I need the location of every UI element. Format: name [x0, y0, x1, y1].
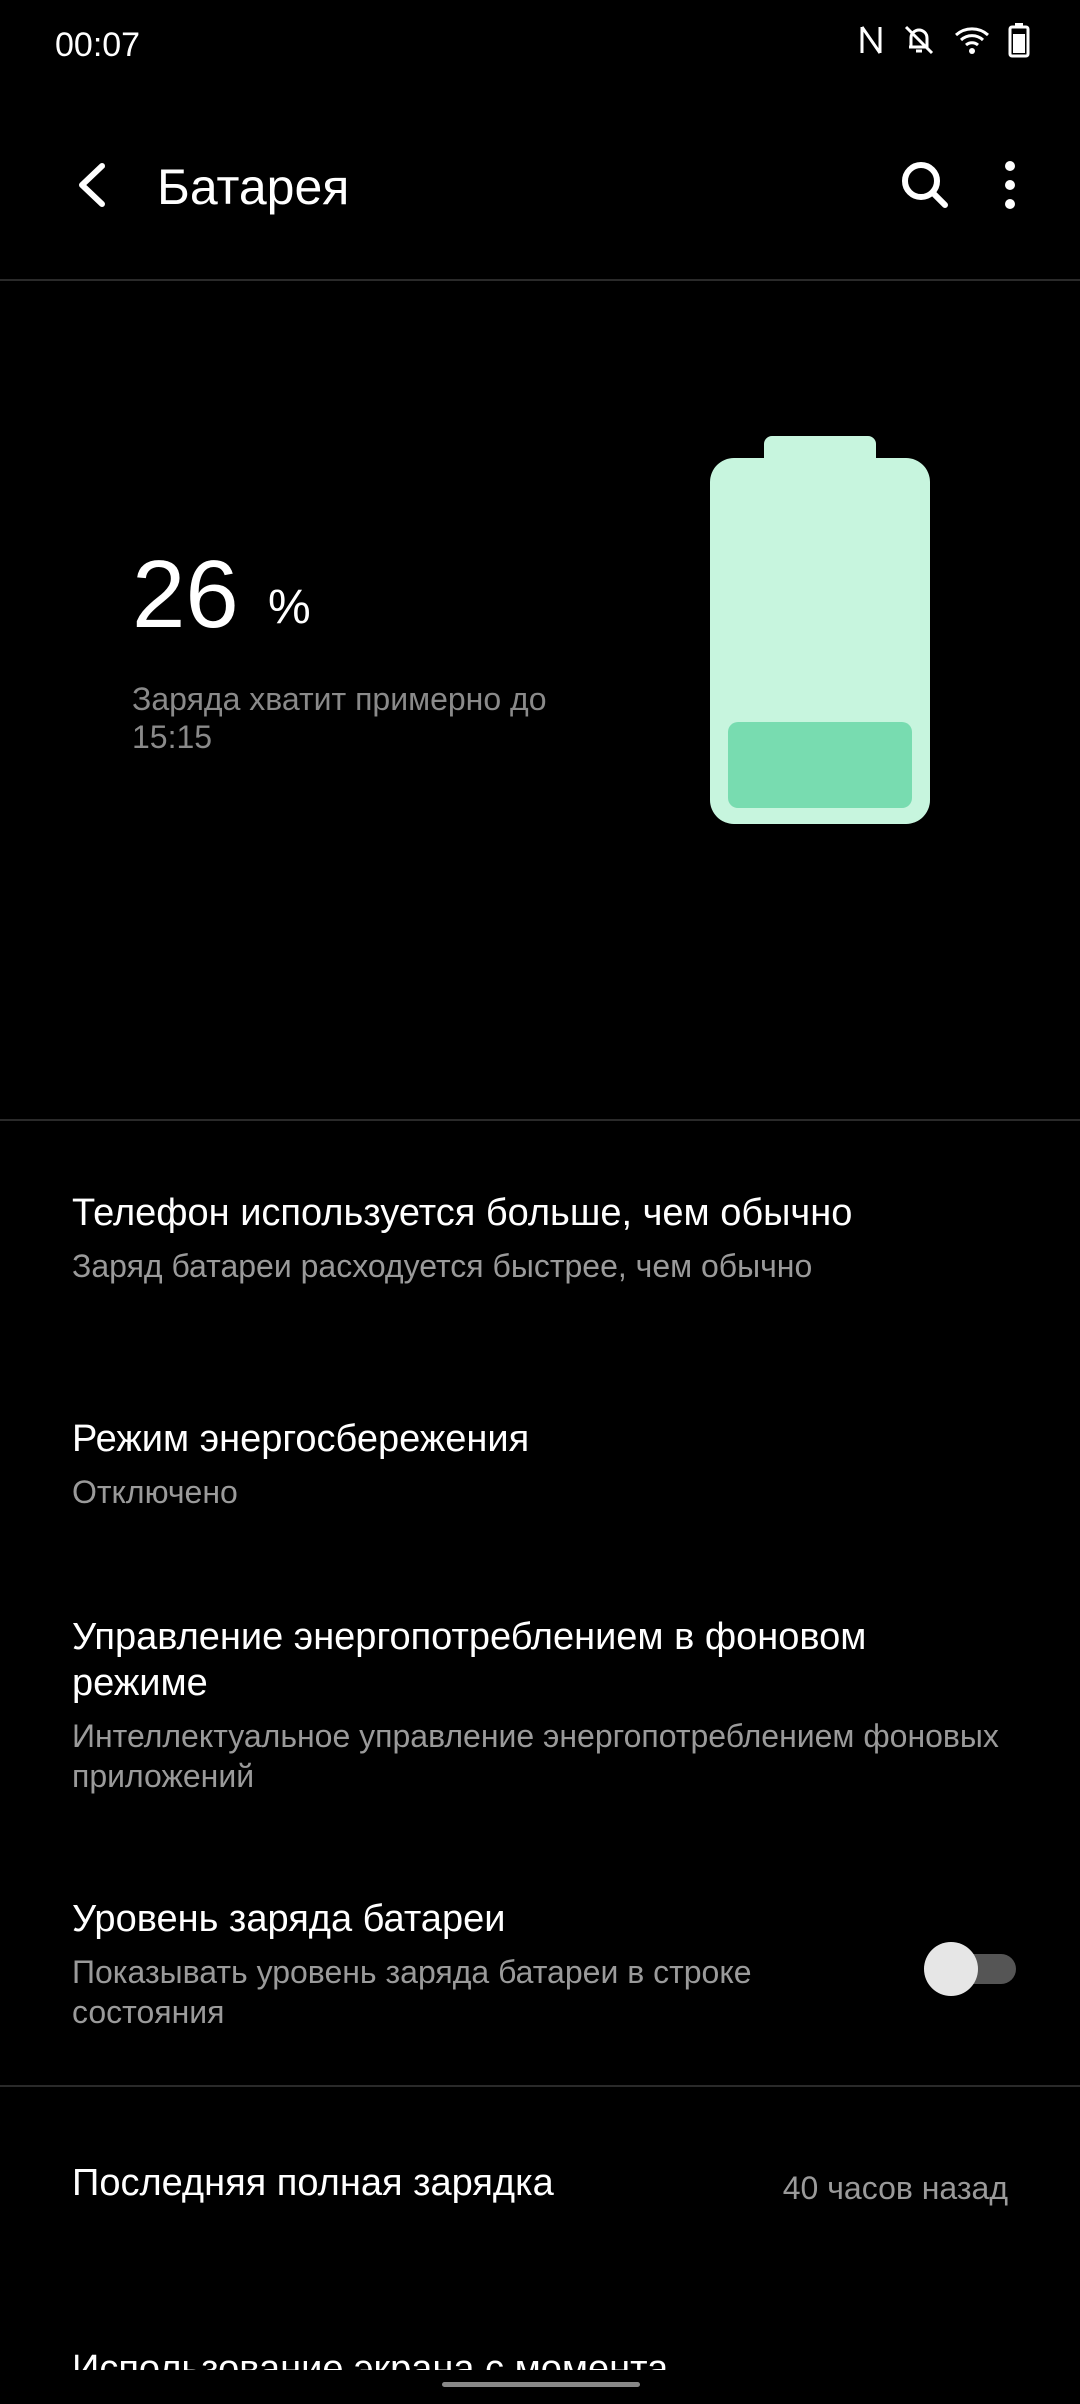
battery-estimate: Заряда хватит примерно до 15:15: [132, 681, 547, 755]
search-button[interactable]: [890, 150, 960, 220]
more-vert-icon: [980, 161, 1040, 224]
setting-subtitle: Отключено: [72, 1474, 238, 1510]
screen-usage-item-partial[interactable]: Использование экрана с момента: [72, 2348, 668, 2370]
battery-level-fill: [728, 722, 912, 808]
search-icon: [890, 162, 960, 224]
setting-background-power[interactable]: Управление энергопотреблением в фоновом …: [72, 1614, 1012, 1796]
bell-off-icon: [902, 23, 936, 57]
page-title: Батарея: [157, 159, 350, 215]
wifi-icon: [954, 25, 990, 55]
setting-usage-higher[interactable]: Телефон используется больше, чем обычно …: [72, 1190, 1012, 1286]
back-arrow-icon: [62, 163, 132, 224]
setting-power-saving[interactable]: Режим энергосбережения Отключено: [72, 1416, 1012, 1512]
setting-title: Телефон используется больше, чем обычно: [72, 1192, 853, 1234]
setting-subtitle: Показывать уровень заряда батареи в стро…: [72, 1954, 752, 2030]
battery-percent: 26: [132, 541, 239, 648]
status-time: 00:07: [55, 26, 141, 64]
setting-title: Режим энергосбережения: [72, 1418, 530, 1460]
setting-subtitle: Заряд батареи расходуется быстрее, чем о…: [72, 1248, 813, 1284]
setting-title: Уровень заряда батареи: [72, 1898, 506, 1940]
settings-divider: [0, 2085, 1080, 2087]
setting-title: Управление энергопотреблением в фоновом …: [72, 1616, 867, 1704]
setting-subtitle: Интеллектуальное управление энергопотреб…: [72, 1718, 999, 1794]
last-charge-label: Последняя полная зарядка: [72, 2162, 554, 2204]
summary-divider: [0, 1119, 1080, 1121]
back-button[interactable]: [62, 150, 132, 220]
battery-graphic-icon: [708, 436, 932, 826]
status-bar: 00:07: [0, 0, 1080, 88]
home-indicator[interactable]: [442, 2382, 640, 2387]
status-icons: [858, 22, 1030, 58]
toggle-thumb: [924, 1942, 978, 1996]
last-charge-value: 40 часов назад: [782, 2170, 1008, 2206]
app-bar: Батарея: [0, 120, 1080, 250]
setting-battery-percentage[interactable]: Уровень заряда батареи Показывать уровен…: [72, 1896, 892, 2032]
battery-percentage-toggle[interactable]: [924, 1938, 1020, 1996]
nfc-icon: [858, 23, 884, 57]
more-options-button[interactable]: [980, 150, 1040, 220]
header-divider: [0, 279, 1080, 281]
battery-icon: [1008, 22, 1030, 58]
battery-percent-sign: %: [268, 581, 311, 634]
